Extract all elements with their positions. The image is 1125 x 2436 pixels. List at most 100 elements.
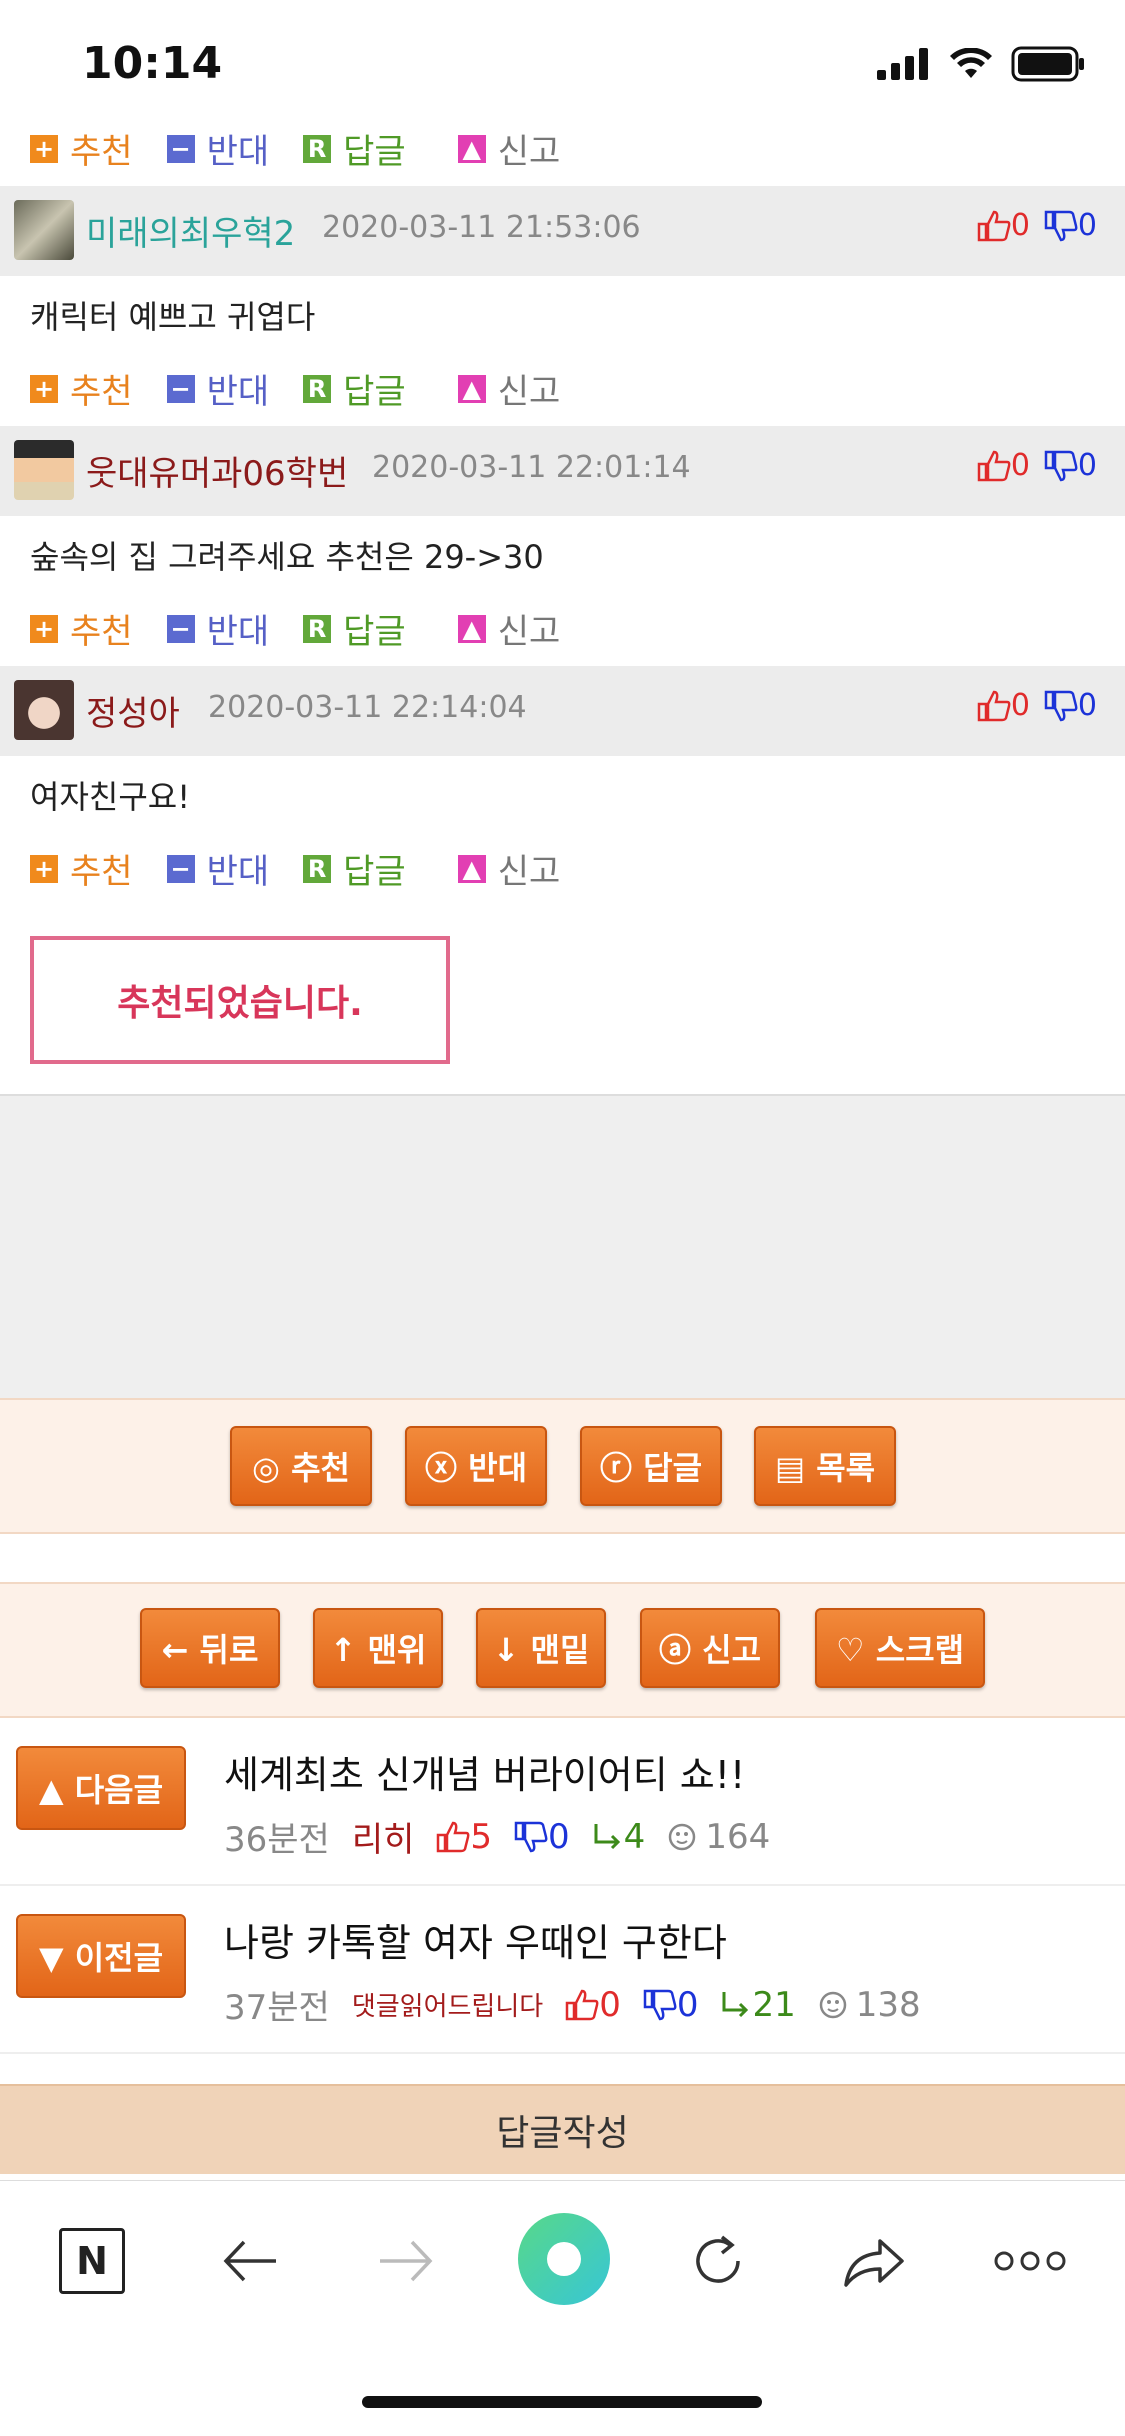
avatar[interactable] — [14, 200, 74, 260]
comment-text: 여자친구요! — [30, 778, 191, 816]
status-time: 10:14 — [82, 38, 223, 89]
avatar[interactable] — [14, 440, 74, 500]
comment-text: 캐릭터 예쁘고 귀엽다 — [30, 298, 316, 336]
report-action[interactable]: ▲ 신고 — [457, 364, 560, 413]
naver-home-icon[interactable]: N — [52, 2221, 132, 2301]
siren-icon: ▲ — [457, 374, 486, 403]
oppose-action[interactable]: − 반대 — [166, 604, 269, 653]
post-time: 36분전 — [224, 1820, 330, 1860]
comment-header: 웃대유머과06학번 2020-03-11 22:01:14 0 0 — [0, 426, 1125, 516]
comment-text: 숲속의 집 그려주세요 추천은 29->30 — [30, 538, 544, 576]
post-list-button[interactable]: ▤ 목록 — [754, 1426, 896, 1506]
next-post-item[interactable]: ▲ 다음글 세계최초 신개념 버라이어티 쇼!! 36분전 리히 5 0 4 1… — [0, 1718, 1125, 1886]
post-time: 37분전 — [224, 1988, 330, 2028]
avatar[interactable] — [14, 680, 74, 740]
upvote[interactable]: 0 — [977, 688, 1030, 723]
comment-date: 2020-03-11 21:53:06 — [322, 210, 641, 245]
post-upvotes: 5 — [436, 1817, 492, 1857]
green-dot-icon[interactable] — [518, 2213, 610, 2305]
comment-author[interactable]: 정성아 — [86, 686, 180, 735]
report-action[interactable]: ▲ 신고 — [457, 844, 560, 893]
refresh-icon[interactable] — [678, 2221, 758, 2301]
prev-post-title[interactable]: 나랑 카톡할 여자 우때인 구한다 — [224, 1912, 727, 1967]
green-dot-center — [547, 2242, 581, 2276]
prev-post-button[interactable]: ▼ 이전글 — [16, 1914, 186, 1998]
post-replies: 21 — [720, 1985, 796, 2025]
comment-votes: 0 0 — [977, 448, 1097, 483]
oppose-action[interactable]: − 반대 — [166, 124, 269, 173]
post-oppose-button[interactable]: ⓧ 반대 — [405, 1426, 547, 1506]
downvote[interactable]: 0 — [1044, 688, 1097, 723]
smiley-icon — [669, 1823, 696, 1850]
comment-author[interactable]: 미래의최우혁2 — [86, 206, 295, 255]
plus-icon: + — [30, 374, 58, 403]
write-reply-button[interactable]: 답글작성 — [0, 2084, 1125, 2174]
post-reply-button[interactable]: ⓡ 답글 — [580, 1426, 722, 1506]
scroll-top-button[interactable]: ↑ 맨위 — [313, 1608, 443, 1688]
minus-icon: − — [166, 374, 195, 403]
post-replies: 4 — [592, 1817, 645, 1857]
reply-action[interactable]: R 답글 — [303, 124, 406, 173]
thumbs-down-icon — [1044, 210, 1078, 241]
post-views: 164 — [667, 1817, 770, 1857]
cellular-signal-icon — [877, 48, 928, 80]
report-action[interactable]: ▲ 신고 — [457, 604, 560, 653]
report-post-button[interactable]: ⓐ 신고 — [640, 1608, 780, 1688]
next-post-title[interactable]: 세계최초 신개념 버라이어티 쇼!! — [224, 1744, 745, 1799]
oppose-action[interactable]: − 반대 — [166, 364, 269, 413]
siren-icon: ▲ — [457, 614, 486, 643]
thumbs-up-icon — [977, 210, 1011, 241]
reply-action[interactable]: R 답글 — [303, 604, 406, 653]
plus-icon: + — [30, 134, 58, 163]
reply-r-icon: R — [303, 134, 332, 163]
minus-icon: − — [166, 854, 195, 883]
downvote[interactable]: 0 — [1044, 448, 1097, 483]
siren-icon: ▲ — [457, 134, 486, 163]
scrap-button[interactable]: ♡ 스크랩 — [815, 1608, 985, 1688]
thumbs-up-icon — [977, 690, 1011, 721]
next-post-button[interactable]: ▲ 다음글 — [16, 1746, 186, 1830]
smiley-icon — [819, 1991, 846, 2018]
share-icon[interactable] — [834, 2221, 914, 2301]
oppose-action[interactable]: − 반대 — [166, 844, 269, 893]
forward-arrow-icon[interactable] — [366, 2221, 446, 2301]
next-post-meta: 36분전 리히 5 0 4 164 — [224, 1812, 792, 1861]
content-spacer — [0, 1094, 1125, 1398]
post-author[interactable]: 댓글읽어드립니다 — [352, 1986, 543, 2023]
status-bar: 10:14 — [0, 0, 1125, 130]
plus-icon: + — [30, 854, 58, 883]
thumbs-down-icon — [514, 1821, 548, 1852]
recommend-action[interactable]: + 추천 — [30, 124, 133, 173]
scroll-bottom-button[interactable]: ↓ 맨밑 — [476, 1608, 606, 1688]
back-arrow-icon[interactable] — [210, 2221, 290, 2301]
comment-votes: 0 0 — [977, 688, 1097, 723]
post-upvotes: 0 — [565, 1985, 621, 2025]
comment-actions: + 추천 − 반대 R 답글 ▲ 신고 — [30, 604, 594, 653]
upvote[interactable]: 0 — [977, 208, 1030, 243]
report-action[interactable]: ▲ 신고 — [457, 124, 560, 173]
reply-r-icon: R — [303, 374, 332, 403]
prev-post-item[interactable]: ▼ 이전글 나랑 카톡할 여자 우때인 구한다 37분전 댓글읽어드립니다 0 … — [0, 1886, 1125, 2054]
comment-author[interactable]: 웃대유머과06학번 — [86, 446, 348, 495]
more-icon[interactable] — [990, 2221, 1070, 2301]
thumbs-down-icon — [1044, 450, 1078, 481]
downvote[interactable]: 0 — [1044, 208, 1097, 243]
thumbs-up-icon — [437, 1821, 470, 1852]
reply-r-icon: R — [303, 854, 332, 883]
recommend-toast: 추천되었습니다. — [30, 936, 450, 1064]
recommend-action[interactable]: + 추천 — [30, 604, 133, 653]
recommend-action[interactable]: + 추천 — [30, 364, 133, 413]
post-recommend-button[interactable]: ◎ 추천 — [230, 1426, 372, 1506]
post-author[interactable]: 리히 — [352, 1812, 415, 1861]
reply-action[interactable]: R 답글 — [303, 844, 406, 893]
thumbs-down-icon — [1044, 690, 1078, 721]
reply-action[interactable]: R 답글 — [303, 364, 406, 413]
reply-arrow-icon — [722, 1991, 749, 2017]
recommend-action[interactable]: + 추천 — [30, 844, 133, 893]
minus-icon: − — [166, 134, 195, 163]
upvote[interactable]: 0 — [977, 448, 1030, 483]
comment-date: 2020-03-11 22:01:14 — [372, 450, 691, 485]
home-indicator — [362, 2396, 762, 2408]
comment-actions: + 추천 − 반대 R 답글 ▲ 신고 — [30, 844, 594, 893]
back-button[interactable]: ← 뒤로 — [140, 1608, 280, 1688]
